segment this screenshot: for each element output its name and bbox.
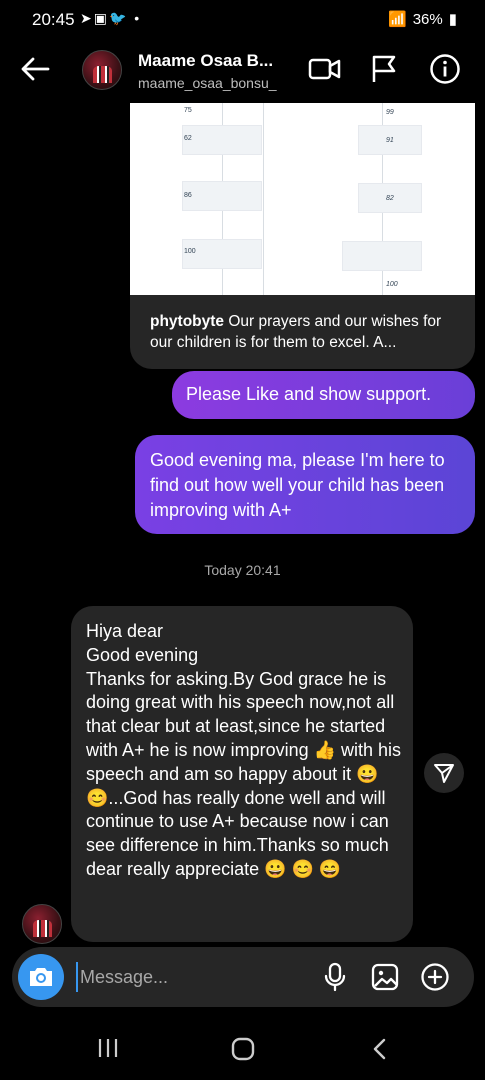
sent-message[interactable]: Good evening ma, please I'm here to find… (135, 435, 475, 534)
sent-message[interactable]: Please Like and show support. (172, 371, 475, 419)
navigation-bar (0, 1018, 485, 1080)
share-message-button[interactable] (424, 753, 464, 793)
contact-avatar[interactable] (82, 50, 122, 90)
message-text: Please Like and show support. (186, 384, 432, 404)
status-bar: 20:45 ➤▣🐦 • 📶 36% ▮ (0, 0, 485, 40)
caption-username: phytobyte (150, 313, 225, 330)
table-value: 62 (184, 135, 192, 142)
add-icon[interactable] (420, 962, 450, 992)
camera-button[interactable] (18, 954, 64, 1000)
info-icon[interactable] (429, 53, 461, 85)
notification-icons: ➤▣🐦 • (80, 10, 142, 26)
send-icon (434, 764, 454, 783)
table-value: 75 (184, 107, 192, 114)
battery-icon: ▮ (448, 11, 457, 28)
shared-post-image: 75 62 86 100 99 91 82 100 (130, 103, 475, 295)
camera-icon (30, 968, 52, 986)
status-right: 📶 36% ▮ (388, 10, 457, 29)
message-timestamp: Today 20:41 (204, 562, 281, 578)
table-value: 82 (386, 195, 394, 202)
back-arrow-icon[interactable] (18, 54, 52, 84)
received-message[interactable]: Hiya dear Good evening Thanks for asking… (71, 606, 413, 942)
microphone-icon[interactable] (322, 962, 348, 992)
message-input[interactable] (76, 962, 310, 992)
sender-avatar[interactable] (22, 904, 62, 944)
shared-post[interactable]: 75 62 86 100 99 91 82 100 phytobyte Our … (130, 103, 475, 369)
status-time: 20:45 (32, 10, 75, 29)
flag-icon[interactable] (370, 54, 398, 84)
chat-header: Maame Osaa B... maame_osaa_bonsu_ (0, 40, 485, 102)
battery-level: 36% (412, 10, 443, 28)
video-call-icon[interactable] (308, 54, 342, 84)
message-text: Good evening ma, please I'm here to find… (150, 450, 445, 520)
signal-icon: 📶 (388, 11, 407, 28)
contact-username[interactable]: maame_osaa_bonsu_ (138, 75, 277, 91)
table-value: 91 (386, 137, 394, 144)
table-value: 86 (184, 192, 192, 199)
back-nav-icon[interactable] (370, 1036, 390, 1062)
home-icon[interactable] (230, 1036, 256, 1062)
table-value: 99 (386, 109, 394, 116)
table-value: 100 (184, 248, 196, 255)
shared-post-caption: phytobyte Our prayers and our wishes for… (150, 311, 460, 353)
message-composer (12, 947, 474, 1007)
recent-apps-icon[interactable] (96, 1036, 120, 1060)
table-value: 100 (386, 281, 398, 288)
contact-name[interactable]: Maame Osaa B... (138, 51, 273, 71)
message-text: Hiya dear Good evening Thanks for asking… (86, 621, 402, 879)
gallery-icon[interactable] (370, 962, 400, 992)
